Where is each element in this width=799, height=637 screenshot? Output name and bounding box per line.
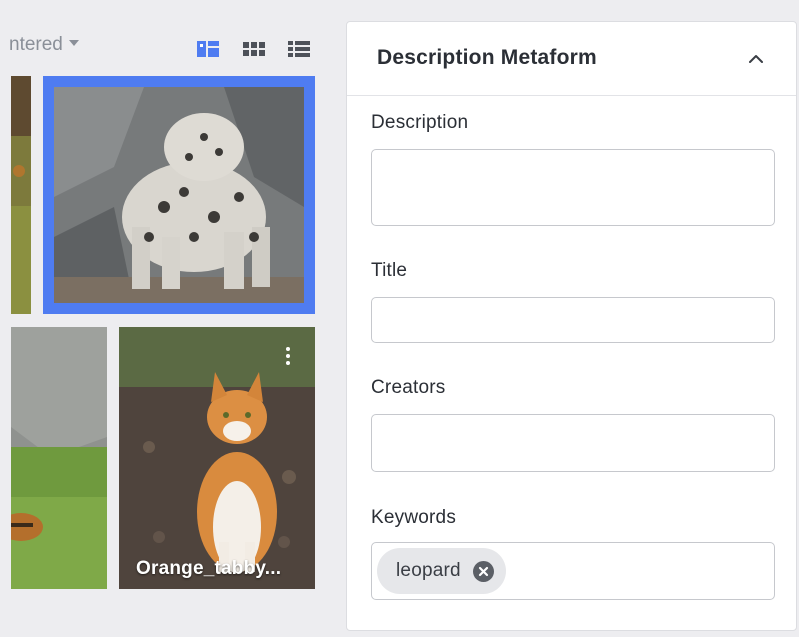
gallery-toolbar: ntered [0,28,320,64]
grid-view-icon [243,42,265,56]
collapse-button[interactable] [746,49,766,69]
masonry-view-icon [197,41,219,57]
list-view-button[interactable] [288,40,310,58]
gallery-tile[interactable] [11,76,31,314]
creators-field[interactable] [371,414,775,472]
panel-title: Description Metaform [377,46,597,69]
caret-down-icon [68,39,79,46]
filter-dropdown-label: ntered [9,34,63,55]
grid-view-button[interactable] [243,40,265,58]
gallery-tile-selected[interactable] [43,76,315,314]
creators-label: Creators [371,377,446,398]
keywords-label: Keywords [371,507,457,528]
filter-dropdown[interactable]: ntered [9,34,79,56]
close-circle-icon [472,560,494,582]
remove-tag-button[interactable] [472,560,494,582]
more-options-icon[interactable] [285,347,291,369]
list-view-icon [288,41,310,57]
tile-caption: Orange_tabby... [136,558,282,579]
gallery-tile[interactable] [11,327,107,589]
chevron-up-icon [749,55,763,63]
gallery-tile[interactable]: Orange_tabby... [119,327,315,589]
title-field[interactable] [371,297,775,343]
keyword-tag: leopard [377,548,506,594]
app-frame: ntered Orange_tabby... Description Metaf… [0,0,799,637]
tile-thumbnail [11,327,107,589]
tile-thumbnail [11,76,31,314]
masonry-view-button[interactable] [197,40,219,58]
description-label: Description [371,112,469,133]
panel-header: Description Metaform [347,22,796,96]
keyword-tag-label: leopard [396,560,461,581]
description-metaform-panel: Description Metaform Description Title C… [346,21,797,631]
title-label: Title [371,260,408,281]
snow-leopard-image [54,87,304,303]
keywords-field[interactable]: leopard [371,542,775,600]
description-field[interactable] [371,149,775,226]
